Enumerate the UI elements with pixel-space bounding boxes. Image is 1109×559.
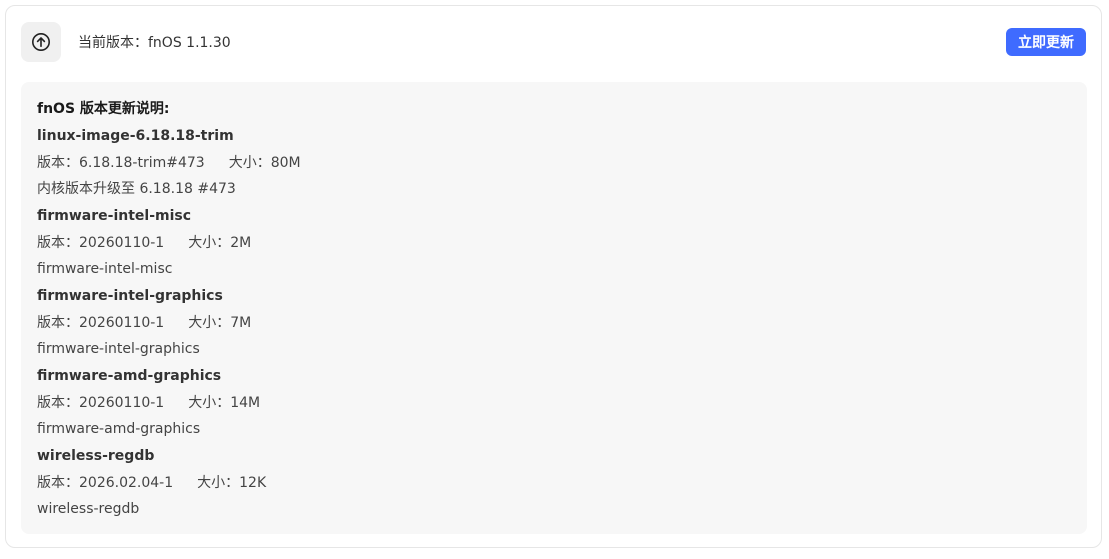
package-version: 版本：20260110-1 bbox=[37, 315, 165, 331]
package-version: 版本：20260110-1 bbox=[37, 235, 165, 251]
package-meta: 版本：20260110-1 大小：7M bbox=[37, 310, 1071, 336]
release-notes-title: fnOS 版本更新说明: bbox=[37, 101, 170, 117]
release-notes-panel: fnOS 版本更新说明: linux-image-6.18.18-trim 版本… bbox=[21, 82, 1087, 534]
arrow-up-circle-icon bbox=[32, 33, 50, 51]
package-size: 大小：2M bbox=[188, 235, 252, 251]
package-description: firmware-intel-graphics bbox=[37, 341, 200, 357]
package-name: firmware-intel-graphics bbox=[37, 288, 223, 304]
package-version: 版本：2026.02.04-1 bbox=[37, 475, 174, 491]
current-version-label: 当前版本：fnOS 1.1.30 bbox=[78, 35, 231, 51]
package-meta: 版本：20260110-1 大小：14M bbox=[37, 390, 1071, 416]
update-card: 当前版本：fnOS 1.1.30 立即更新 fnOS 版本更新说明: linux… bbox=[5, 5, 1102, 548]
package-meta: 版本：20260110-1 大小：2M bbox=[37, 230, 1071, 256]
package-name: wireless-regdb bbox=[37, 448, 155, 464]
package-description: firmware-amd-graphics bbox=[37, 421, 201, 437]
package-size: 大小：12K bbox=[197, 475, 267, 491]
package-version: 版本：6.18.18-trim#473 bbox=[37, 155, 205, 171]
update-icon-container bbox=[21, 22, 61, 62]
package-name: linux-image-6.18.18-trim bbox=[37, 128, 234, 144]
package-entry: wireless-regdb 版本：2026.02.04-1 大小：12K wir… bbox=[37, 442, 1071, 522]
package-entry: linux-image-6.18.18-trim 版本：6.18.18-trim… bbox=[37, 122, 1071, 202]
package-entry: firmware-amd-graphics 版本：20260110-1 大小：14… bbox=[37, 362, 1071, 442]
package-version: 版本：20260110-1 bbox=[37, 395, 165, 411]
package-size: 大小：7M bbox=[188, 315, 252, 331]
update-header: 当前版本：fnOS 1.1.30 立即更新 bbox=[6, 6, 1101, 82]
package-meta: 版本：6.18.18-trim#473 大小：80M bbox=[37, 150, 1071, 176]
package-description: firmware-intel-misc bbox=[37, 261, 173, 277]
package-size: 大小：80M bbox=[228, 155, 301, 171]
package-entry: firmware-intel-misc 版本：20260110-1 大小：2M f… bbox=[37, 202, 1071, 282]
package-meta: 版本：2026.02.04-1 大小：12K bbox=[37, 470, 1071, 496]
package-description: wireless-regdb bbox=[37, 501, 140, 517]
package-name: firmware-amd-graphics bbox=[37, 368, 222, 384]
package-entry: firmware-intel-graphics 版本：20260110-1 大小：… bbox=[37, 282, 1071, 362]
package-description: 内核版本升级至 6.18.18 #473 bbox=[37, 181, 236, 197]
package-name: firmware-intel-misc bbox=[37, 208, 192, 224]
update-now-button[interactable]: 立即更新 bbox=[1006, 28, 1086, 56]
package-size: 大小：14M bbox=[188, 395, 261, 411]
